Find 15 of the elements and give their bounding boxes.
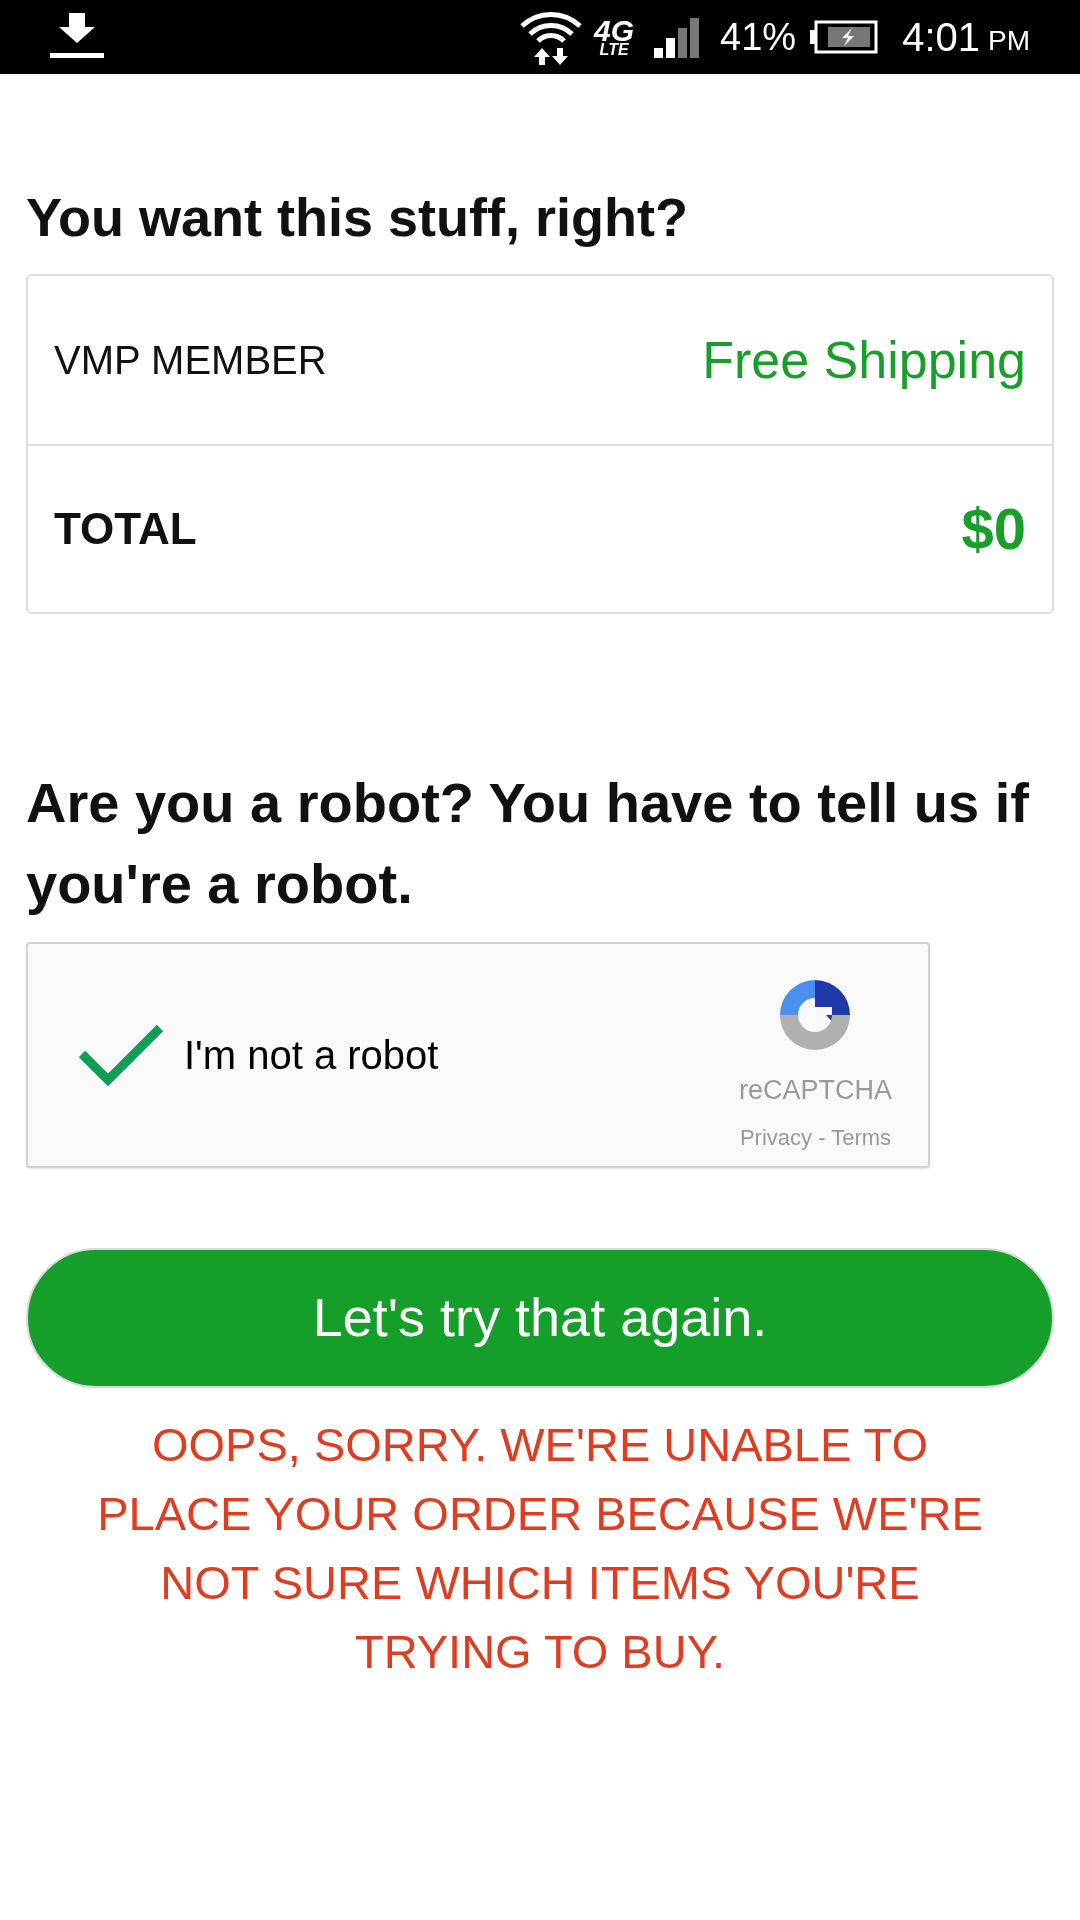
summary-label: TOTAL — [54, 502, 197, 555]
captcha-label: I'm not a robot — [184, 1031, 439, 1079]
summary-value: Free Shipping — [702, 329, 1026, 391]
section-heading: You want this stuff, right? — [26, 186, 689, 249]
summary-label: VMP MEMBER — [54, 336, 327, 384]
submit-button[interactable]: Let's try that again. — [26, 1247, 1054, 1388]
section-heading: Are you a robot? You have to tell us if you're a robot. — [26, 769, 1030, 917]
clock-time: 4:01 — [902, 14, 980, 61]
error-message: OOPS, SORRY. WE'RE UNABLE TO PLACE YOUR ORDER BECAUSE WE'RE NOT SURE WHICH ITEMS YOU'RE TRYING TO BUY. — [96, 1416, 984, 1680]
clock-meridiem: PM — [988, 24, 1030, 58]
privacy-terms-links[interactable]: Privacy - Terms — [739, 1120, 892, 1154]
summary-value: $0 — [961, 495, 1026, 563]
battery-percentage: 41% — [720, 14, 797, 60]
recaptcha-brand: reCAPTCHA — [738, 1074, 892, 1108]
download-icon — [50, 13, 104, 61]
